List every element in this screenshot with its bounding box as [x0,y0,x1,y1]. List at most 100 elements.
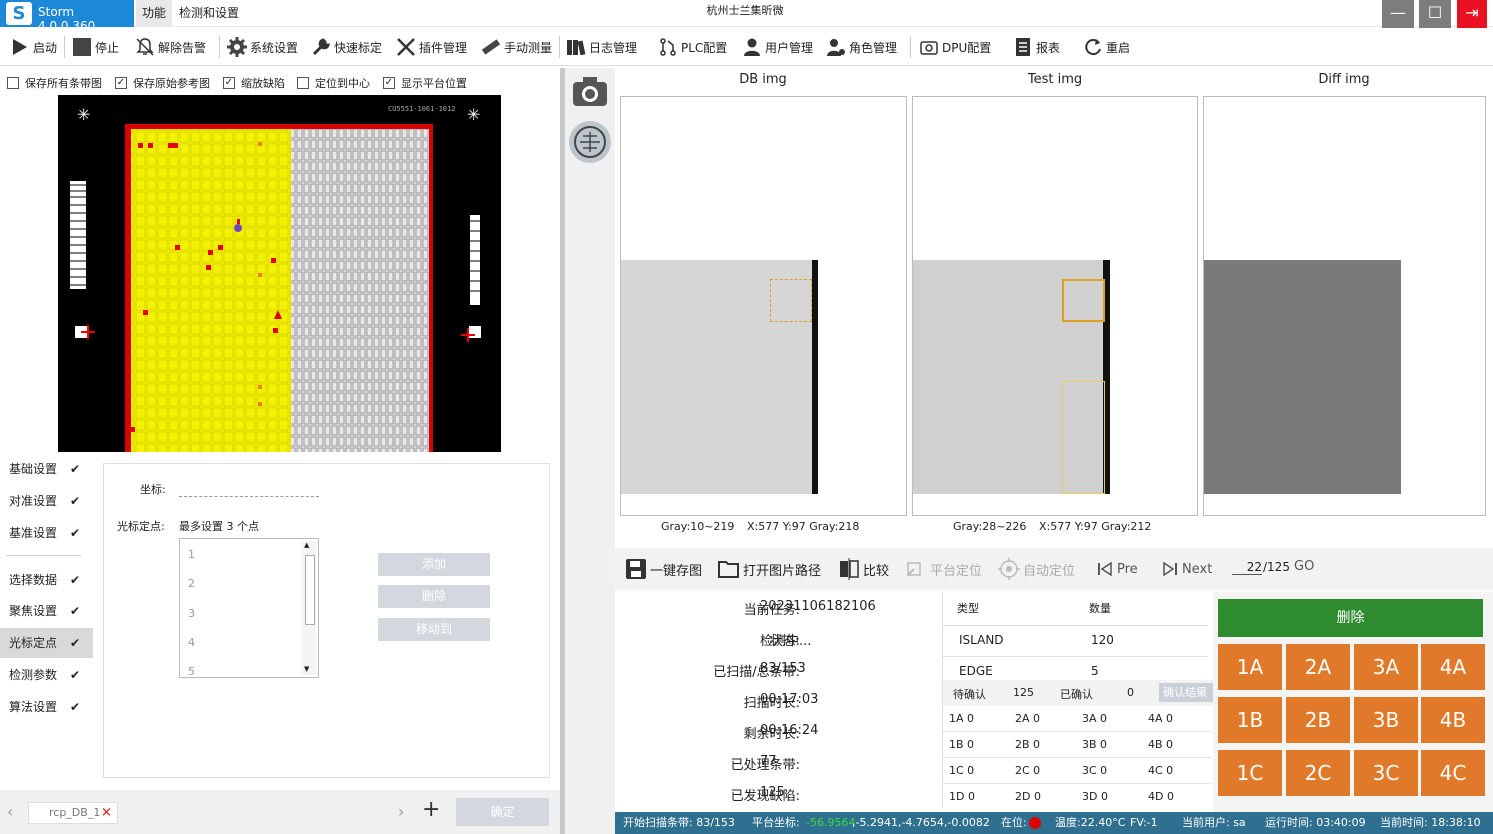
class-3c-button[interactable]: 3C [1354,750,1418,796]
toolbar-separator [219,36,220,58]
list-item[interactable]: 4 [188,636,195,649]
plugin-manager-button[interactable]: 插件管理 [396,33,467,61]
locate-center-checkbox[interactable]: 定位到中心 [297,75,370,91]
checkbox-box[interactable]: ✓ [223,77,235,89]
add-point-button[interactable]: 添加 [378,553,490,576]
class-1b-button[interactable]: 1B [1218,697,1282,743]
class-2b-button[interactable]: 2B [1286,697,1350,743]
test-image-view[interactable] [912,96,1198,516]
checkbox-box[interactable]: ✓ [383,77,395,89]
platform-locate-button[interactable]: 平台定位 [905,558,982,580]
wafer-map[interactable]: CU5551-1061-1012 ✳ ✳ [58,95,501,452]
checkbox-box[interactable] [297,77,309,89]
confirm-button[interactable]: 确定 [456,798,549,826]
list-item[interactable]: 1 [188,548,195,561]
list-item[interactable]: 5 [188,665,195,678]
manual-measure-button[interactable]: 手动测量 [481,33,552,61]
class-1c-button[interactable]: 1C [1218,750,1282,796]
menu-function[interactable]: 功能 [136,0,173,27]
start-button[interactable]: 启动 [10,33,57,61]
nav-detect-params[interactable]: 检测参数 ✔ [0,660,93,690]
class-1a-button[interactable]: 1A [1218,644,1282,690]
class-4b-button[interactable]: 4B [1421,697,1485,743]
minimize-button[interactable]: — [1382,0,1414,28]
save-all-strips-checkbox[interactable]: 保存所有条带图 [7,75,102,91]
current-user: 当前用户: sa [1182,816,1246,829]
scroll-down-icon[interactable]: ▼ [304,665,309,673]
list-scrollbar[interactable]: ▲ ▼ [302,541,316,675]
class-2c-button[interactable]: 2C [1286,750,1350,796]
user-icon [744,38,760,56]
cursor-point-list[interactable]: 1 2 3 4 5 ▲ ▼ [179,538,319,678]
class-4c-button[interactable]: 4C [1421,750,1485,796]
table-row[interactable]: EDGE [959,664,993,678]
class-2a-button[interactable]: 2A [1286,644,1350,690]
db-image-view[interactable] [620,96,907,516]
scroll-thumb[interactable] [305,555,315,625]
class-count: 4C 0 [1148,764,1174,777]
move-to-button[interactable]: 移动到 [378,618,490,641]
diff-image-view[interactable] [1203,96,1486,516]
delete-point-button[interactable]: 删除 [378,585,490,608]
recipe-tab[interactable]: rcp_DB_1 × [28,802,118,824]
nav-basic-settings[interactable]: 基础设置 ✔ [0,454,93,484]
skip-back-icon [1098,561,1112,577]
wafer-grid-icon[interactable] [568,120,612,164]
save-all-button[interactable]: 一键存图 [625,558,702,580]
refresh-icon [1085,39,1101,56]
quick-calibrate-button[interactable]: 快速标定 [311,33,382,61]
scroll-up-icon[interactable]: ▲ [304,541,309,549]
exit-button[interactable]: ⇥ [1457,0,1487,28]
nav-algorithm-settings[interactable]: 算法设置 ✔ [0,692,93,722]
save-icon [626,559,646,579]
show-platform-checkbox[interactable]: ✓ 显示平台位置 [383,75,467,91]
next-label: Next [1182,561,1213,577]
scanned-value: 83/153 [760,661,806,676]
coord-field[interactable] [179,496,319,497]
go-button[interactable]: GO [1294,559,1314,574]
checkbox-box[interactable]: ✓ [115,77,127,89]
open-path-button[interactable]: 打开图片路径 [718,558,821,580]
checkbox-box[interactable] [7,77,19,89]
task-info: 当前任务: 20231106182106 状态: 检测中... 已扫描/总条带:… [615,590,942,812]
maximize-button[interactable]: ☐ [1419,0,1451,28]
class-4a-button[interactable]: 4A [1421,644,1485,690]
compare-button[interactable]: 比较 [838,558,889,580]
nav-reference-settings[interactable]: 基准设置 ✔ [0,518,93,548]
system-settings-button[interactable]: 系统设置 [227,33,298,61]
add-recipe-icon[interactable]: + [422,797,440,822]
log-manager-button[interactable]: 日志管理 [566,33,637,61]
nav-align-settings[interactable]: 对准设置 ✔ [0,486,93,516]
save-ref-image-checkbox[interactable]: ✓ 保存原始参考图 [115,75,210,91]
prev-image-button[interactable]: Pre [1096,558,1138,580]
user-manager-button[interactable]: 用户管理 [742,33,813,61]
camera-icon[interactable] [572,76,608,108]
prev-arrow-icon[interactable]: ‹ [7,802,13,821]
clear-alarm-button[interactable]: 解除告警 [135,33,206,61]
class-3b-button[interactable]: 3B [1354,697,1418,743]
confirm-result-button[interactable]: 确认结果 [1159,683,1213,702]
nav-select-data[interactable]: 选择数据 ✔ [0,565,93,595]
nav-focus-settings[interactable]: 聚焦设置 ✔ [0,596,93,626]
next-image-button[interactable]: Next [1161,558,1212,580]
nav-cursor-point[interactable]: 光标定点 ✔ [0,628,93,658]
dpu-config-button[interactable]: DPU配置 [919,33,991,61]
list-item[interactable]: 3 [188,607,195,620]
plc-config-button[interactable]: PLC配置 [658,33,727,61]
close-tab-icon[interactable]: × [101,803,112,823]
delete-defect-button[interactable]: 删除 [1218,599,1483,637]
report-button[interactable]: 报表 [1013,33,1060,61]
table-row[interactable]: ISLAND [959,633,1004,647]
stop-button[interactable]: 停止 [72,33,119,61]
restart-button[interactable]: 重启 [1083,33,1130,61]
platform-coord-label: 平台坐标: [752,816,800,829]
class-3a-button[interactable]: 3A [1354,644,1418,690]
zoom-defect-checkbox[interactable]: ✓ 缩放缺陷 [223,75,285,91]
auto-locate-button[interactable]: 自动定位 [998,558,1075,580]
nav-divider [6,555,81,556]
next-arrow-icon[interactable]: › [398,802,404,821]
list-item[interactable]: 2 [188,577,195,590]
role-manager-button[interactable]: 角色管理 [826,33,897,61]
menu-detect-settings[interactable]: 检测和设置 [173,0,245,27]
page-input[interactable]: 22 [1232,560,1262,575]
